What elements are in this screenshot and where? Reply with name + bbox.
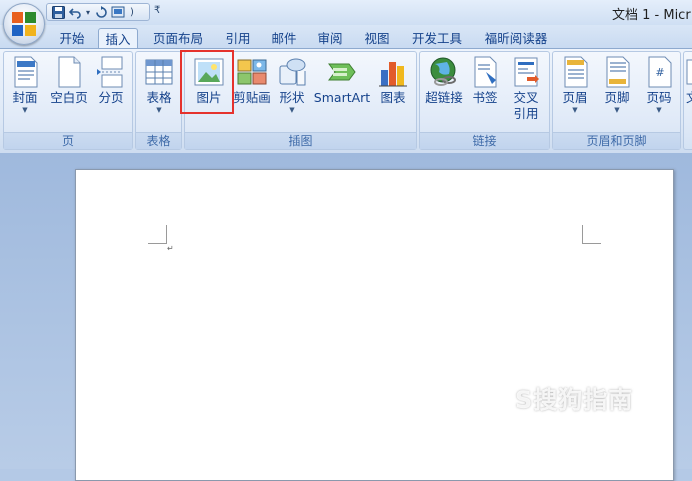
table-label: 表格 [146,90,172,105]
cross-reference-button[interactable]: 交叉 引用 [506,56,546,122]
shapes-icon [277,56,307,88]
cross-reference-label-line1: 交叉 [513,90,539,105]
tab-mailings[interactable]: 邮件 [264,28,304,49]
text-box-button[interactable]: 文 [686,56,692,106]
ribbon: 封面 ▼ 空白页 分页 页 表格 ▼ 表格 图片 剪贴画 形状 ▼ SmartA… [0,48,692,154]
group-table: 表格 ▼ 表格 [135,51,182,150]
customize-qat-icon[interactable]: ₹ [154,5,160,16]
title-bar: ▾ ) ₹ 文档 1 - Micr [0,0,692,25]
watermark-url: zhinan.sogou.com [520,426,646,440]
watermark-logo: S搜狗指南 [515,386,634,414]
clip-art-label: 剪贴画 [233,90,271,105]
hyperlink-label: 超链接 [425,90,463,105]
page-number-label: 页码 [646,90,672,105]
tab-references[interactable]: 引用 [218,28,258,49]
tab-foxit-reader[interactable]: 福昕阅读器 [478,28,554,49]
hyperlink-button[interactable]: 超链接 [422,56,466,106]
ribbon-tab-bar: 开始 插入 页面布局 引用 邮件 审阅 视图 开发工具 福昕阅读器 [0,25,692,50]
group-text-partial: 文 [683,51,692,150]
clip-art-button[interactable]: 剪贴画 [231,56,273,106]
shapes-label: 形状 [279,90,305,105]
clip-art-icon [237,56,267,88]
chevron-down-icon: ▼ [656,106,662,114]
header-icon [560,56,590,88]
page-number-icon: # [644,56,674,88]
chevron-down-icon: ▼ [156,106,162,114]
quick-access-toolbar: ▾ ) [46,3,150,21]
margin-corner-top-right [582,225,601,244]
bookmark-button[interactable]: 书签 [468,56,502,106]
table-icon [144,56,174,88]
bookmark-icon [470,56,500,88]
group-label-links: 链接 [420,132,549,149]
tab-home[interactable]: 开始 [50,28,94,49]
chevron-down-icon: ▼ [614,106,620,114]
smartart-button[interactable]: SmartArt [312,56,372,106]
chevron-down-icon: ▼ [289,106,295,114]
page-break-label: 分页 [98,90,124,105]
save-icon[interactable] [51,5,65,19]
window-title: 文档 1 - Micr [612,8,691,23]
print-preview-icon[interactable] [111,5,125,19]
group-links: 超链接 书签 交叉 引用 链接 [419,51,550,150]
group-label-header-footer: 页眉和页脚 [553,132,680,149]
tab-review[interactable]: 审阅 [310,28,350,49]
chart-button[interactable]: 图表 [376,56,410,106]
group-label-pages: 页 [4,132,132,149]
bookmark-label: 书签 [472,90,498,105]
group-pages: 封面 ▼ 空白页 分页 页 [3,51,133,150]
text-box-label: 文 [686,90,692,106]
chevron-down-icon: ▼ [22,106,28,114]
header-button[interactable]: 页眉 ▼ [557,56,593,114]
text-box-icon [686,56,692,88]
cover-page-label: 封面 [12,90,38,105]
chart-icon [378,56,408,88]
shapes-button[interactable]: 形状 ▼ [275,56,309,114]
cross-reference-label-line2: 引用 [513,106,539,121]
table-button[interactable]: 表格 ▼ [142,56,176,114]
page-break-button[interactable]: 分页 [94,56,128,106]
smartart-icon [327,56,357,88]
margin-corner-top-left [148,225,167,244]
page-number-button[interactable]: # 页码 ▼ [641,56,677,114]
document-workspace: ↵ [0,153,692,481]
qat-extra-icon[interactable]: ) [128,5,136,19]
group-label-illustrations: 插图 [185,132,416,149]
svg-text:#: # [655,66,664,79]
group-label-table: 表格 [136,132,181,149]
tab-insert[interactable]: 插入 [98,28,138,50]
tab-page-layout[interactable]: 页面布局 [146,28,210,49]
office-logo-icon [12,12,36,36]
footer-label: 页脚 [604,90,630,105]
cover-page-icon [10,56,40,88]
blank-page-icon [54,56,84,88]
footer-button[interactable]: 页脚 ▼ [599,56,635,114]
footer-icon [602,56,632,88]
undo-icon[interactable] [68,5,82,19]
undo-dropdown-icon[interactable]: ▾ [85,5,91,19]
tab-view[interactable]: 视图 [357,28,397,49]
page-break-icon [96,56,126,88]
group-header-footer: 页眉 ▼ 页脚 ▼ # 页码 ▼ 页眉和页脚 [552,51,681,150]
header-label: 页眉 [562,90,588,105]
chart-label: 图表 [380,90,406,105]
chevron-down-icon: ▼ [572,106,578,114]
cross-reference-icon [511,56,541,88]
smartart-label: SmartArt [313,90,371,105]
tab-developer[interactable]: 开发工具 [404,28,470,49]
cover-page-button[interactable]: 封面 ▼ [8,56,42,114]
blank-page-button[interactable]: 空白页 [48,56,90,106]
hyperlink-globe-icon [429,56,459,88]
office-button[interactable] [3,3,45,45]
picture-button-highlight [180,50,234,114]
redo-icon[interactable] [94,5,108,19]
paragraph-mark: ↵ [167,244,174,253]
blank-page-label: 空白页 [50,90,88,105]
